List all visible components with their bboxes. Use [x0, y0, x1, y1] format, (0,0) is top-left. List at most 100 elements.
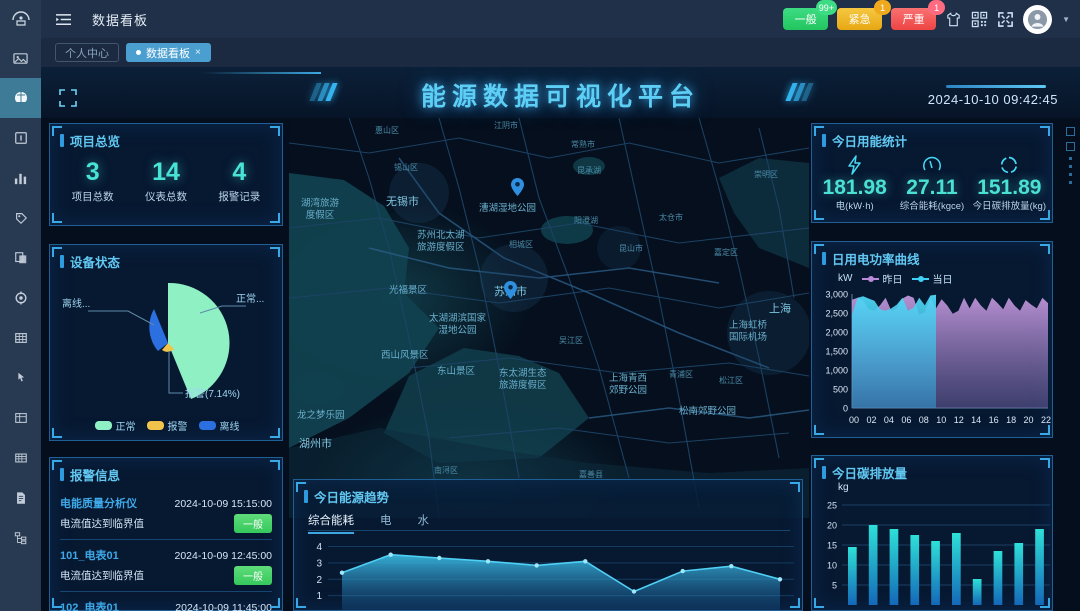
alarm-timestamp: 2024-10-09 12:45:00 — [174, 550, 273, 562]
carbon-bar[interactable] — [889, 529, 899, 605]
tab-close-icon[interactable]: × — [195, 47, 201, 58]
qrcode-icon[interactable] — [971, 11, 988, 28]
alarm-list[interactable]: 电能质量分析仪 2024-10-09 15:15:00 电流值达到临界值 一般 101_… — [50, 484, 282, 611]
map-label: 常熟市 — [571, 140, 595, 149]
map-layer[interactable]: 惠山区 江阴市 常熟市 锡山区 昆承湖 无锡市 漕湖湿地公园 湖湾旅游 度假区 阳澄湖 苏州北太湖旅… — [289, 118, 809, 518]
legend-normal[interactable]: 正常 — [94, 418, 136, 433]
overview-projects-value: 3 — [85, 158, 100, 186]
trend-point[interactable] — [339, 570, 345, 575]
carbon-y-tick: 15 — [827, 541, 837, 551]
sidebar-item-grid[interactable] — [0, 318, 41, 358]
trend-line-chart[interactable]: 1 2 3 4 — [294, 534, 804, 611]
left-sidebar — [0, 0, 41, 611]
carbon-bar-chart[interactable]: 5 10 15 20 25 — [812, 493, 1054, 605]
alarm-list-item[interactable]: 电能质量分析仪 2024-10-09 15:15:00 电流值达到临界值 一般 — [60, 488, 272, 539]
trend-point[interactable] — [631, 589, 637, 594]
trend-point[interactable] — [388, 552, 393, 557]
trend-point[interactable] — [777, 577, 783, 582]
sidebar-item-copy[interactable] — [0, 238, 41, 278]
legend-alarm[interactable]: 报警 — [146, 418, 188, 433]
carbon-bar[interactable] — [1035, 529, 1044, 605]
power-x-tick: 00 — [849, 415, 859, 425]
tab-dashboard[interactable]: 数据看板 × — [126, 43, 211, 62]
map-label: 东太湖生态 旅游度假区 — [499, 368, 547, 391]
cloud-logo-icon — [10, 9, 32, 29]
device-pie-svg: 离线... 正常... 报警(7.14%) — [62, 282, 264, 400]
carbon-bar[interactable] — [993, 551, 1003, 605]
power-curve-chart[interactable]: 0 500 1,000 1,500 2,000 2,500 3,000 00 02 04 06 08 1… — [812, 286, 1054, 436]
alarm-level-badge: 一般 — [234, 566, 272, 585]
energy-electric-label: 电(kW·h) — [835, 201, 874, 213]
tab-bar: 个人中心 数据看板 × — [41, 38, 1080, 67]
trend-point[interactable] — [534, 563, 539, 568]
badge-urgent[interactable]: 紧急 1 — [837, 0, 892, 30]
legend-offline-swatch — [198, 421, 216, 430]
carbon-bar[interactable] — [910, 535, 920, 605]
expand-corner-icon[interactable] — [59, 89, 77, 107]
carbon-bar[interactable] — [931, 541, 940, 605]
badge-urgent-count: 1 — [874, 0, 892, 15]
app-logo[interactable] — [0, 0, 41, 38]
panel-project-overview: 项目总览 3 项目总数 14 仪表总数 4 报警记录 — [49, 123, 283, 226]
carbon-bar[interactable] — [1014, 543, 1024, 605]
badge-general[interactable]: 一般 99+ — [783, 0, 838, 30]
map-pin-marker[interactable] — [504, 281, 517, 299]
alarm-device-name: 电能质量分析仪 — [60, 498, 137, 510]
device-pie-chart[interactable]: 离线... 正常... 报警(7.14%) 正常 报警 离线 — [50, 271, 284, 443]
user-avatar-icon[interactable] — [1023, 4, 1053, 34]
fullscreen-icon[interactable] — [997, 11, 1014, 28]
power-legend-today[interactable]: 当日 — [912, 271, 952, 286]
power-legend-yesterday[interactable]: 昨日 — [862, 271, 902, 286]
trend-y-tick: 4 — [316, 542, 322, 553]
panel-alarm-title: 报警信息 — [50, 458, 282, 484]
badge-severe[interactable]: 严重 1 — [891, 0, 946, 30]
overview-alarms-value: 4 — [232, 158, 247, 186]
map-label: 苏州北太湖 旅游度假区 — [417, 230, 465, 253]
trend-point[interactable] — [485, 559, 491, 564]
energy-comprehensive-label: 综合能耗(kgce) — [899, 201, 965, 213]
trend-point[interactable] — [583, 559, 588, 564]
map-label: 漕湖湿地公园 — [479, 203, 537, 214]
sidebar-item-image[interactable] — [0, 38, 41, 78]
right-rail-decor — [1066, 127, 1077, 189]
sidebar-item-tree[interactable] — [0, 518, 41, 558]
trend-point[interactable] — [729, 564, 734, 569]
sidebar-item-statistics[interactable] — [0, 158, 41, 198]
chevron-down-icon[interactable]: ▼ — [1062, 15, 1070, 24]
carbon-bar[interactable] — [952, 533, 961, 605]
carbon-bar[interactable] — [868, 525, 878, 605]
map-pin-marker[interactable] — [511, 178, 524, 196]
sidebar-item-tag[interactable] — [0, 198, 41, 238]
title-accent-bar-icon — [822, 134, 826, 147]
map-label: 光福景区 — [389, 285, 428, 296]
sidebar-item-document[interactable] — [0, 478, 41, 518]
sidebar-item-info[interactable] — [0, 118, 41, 158]
power-legend-today-label: 当日 — [932, 275, 953, 286]
energy-stat-carbon: 151.89 今日碳排放量(kg) — [971, 152, 1048, 212]
trend-point[interactable] — [437, 555, 442, 561]
energy-carbon-label: 今日碳排放量(kg) — [972, 201, 1046, 213]
device-title-text: 设备状态 — [70, 256, 121, 270]
carbon-bar[interactable] — [972, 579, 982, 605]
alarm-device-name: 102_电表01 — [60, 602, 119, 611]
sidebar-item-table-alt[interactable] — [0, 438, 41, 478]
legend-offline[interactable]: 离线 — [198, 418, 240, 433]
shirt-icon[interactable] — [945, 11, 962, 28]
alarm-list-item[interactable]: 102_电表012024-10-09 11:45:00电流值达到临界值一般 — [60, 591, 272, 611]
map-label: 上海虹桥 国际机场 — [729, 320, 768, 343]
tab-personal-center[interactable]: 个人中心 — [55, 43, 119, 62]
sidebar-item-settings[interactable] — [0, 278, 41, 318]
trend-title-text: 今日能源趋势 — [314, 491, 390, 505]
carbon-bar[interactable] — [848, 547, 857, 605]
sidebar-item-dashboard[interactable] — [0, 78, 41, 118]
alarm-list-item[interactable]: 101_电表01 2024-10-09 12:45:00 电流值达到临界值 一般 — [60, 539, 272, 591]
sidebar-item-pointer[interactable] — [0, 358, 41, 398]
sidebar-item-table[interactable] — [0, 398, 41, 438]
title-accent-bar-icon — [60, 468, 64, 481]
power-x-tick: 22 — [1041, 415, 1051, 425]
trend-point[interactable] — [680, 568, 685, 574]
menu-icon[interactable] — [55, 12, 72, 27]
lightning-icon — [816, 152, 893, 177]
trend-y-tick: 1 — [316, 591, 322, 602]
panel-energy-title: 今日用能统计 — [812, 124, 1052, 150]
